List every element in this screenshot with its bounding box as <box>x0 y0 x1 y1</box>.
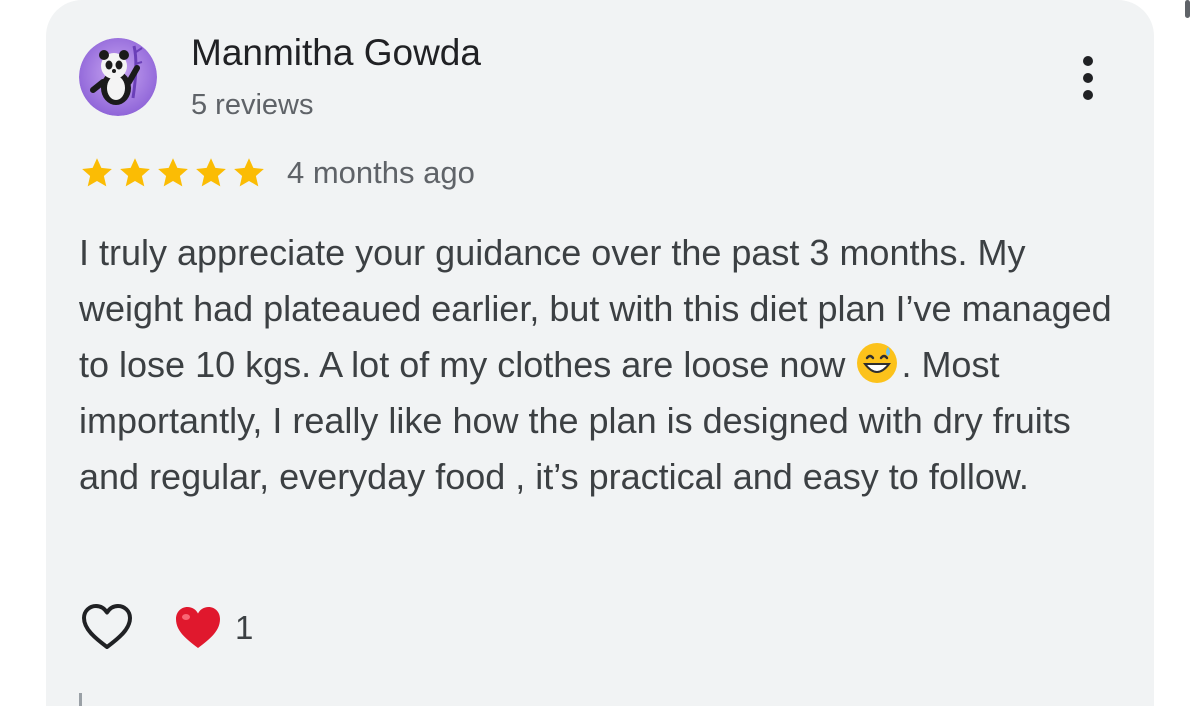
avatar[interactable] <box>79 38 157 116</box>
more-dot <box>1083 90 1093 100</box>
rating-row: 4 months ago <box>79 153 475 193</box>
star-icon <box>196 158 226 187</box>
star-icon <box>234 158 264 187</box>
red-heart-icon <box>176 607 220 648</box>
panda-avatar-icon <box>79 38 157 116</box>
scrollbar[interactable] <box>1185 0 1190 18</box>
review-date: 4 months ago <box>287 155 475 190</box>
more-dot <box>1083 73 1093 83</box>
author-name[interactable]: Manmitha Gowda <box>191 32 481 74</box>
star-icon <box>158 158 188 187</box>
star-icon <box>82 158 112 187</box>
reaction-count: 1 <box>235 609 254 646</box>
more-options-icon[interactable] <box>1066 48 1110 108</box>
grinning-face-with-sweat-icon <box>857 343 898 383</box>
more-dot <box>1083 56 1093 66</box>
star-rating <box>79 155 267 191</box>
divider <box>79 693 82 706</box>
heart-outline-icon[interactable] <box>79 600 135 656</box>
review-actions: 1 <box>79 600 253 656</box>
review-text: I truly appreciate your guidance over th… <box>79 225 1119 505</box>
author-reviews-count: 5 reviews <box>191 89 314 121</box>
star-icon <box>120 158 150 187</box>
heart-reaction[interactable]: 1 <box>173 603 253 653</box>
